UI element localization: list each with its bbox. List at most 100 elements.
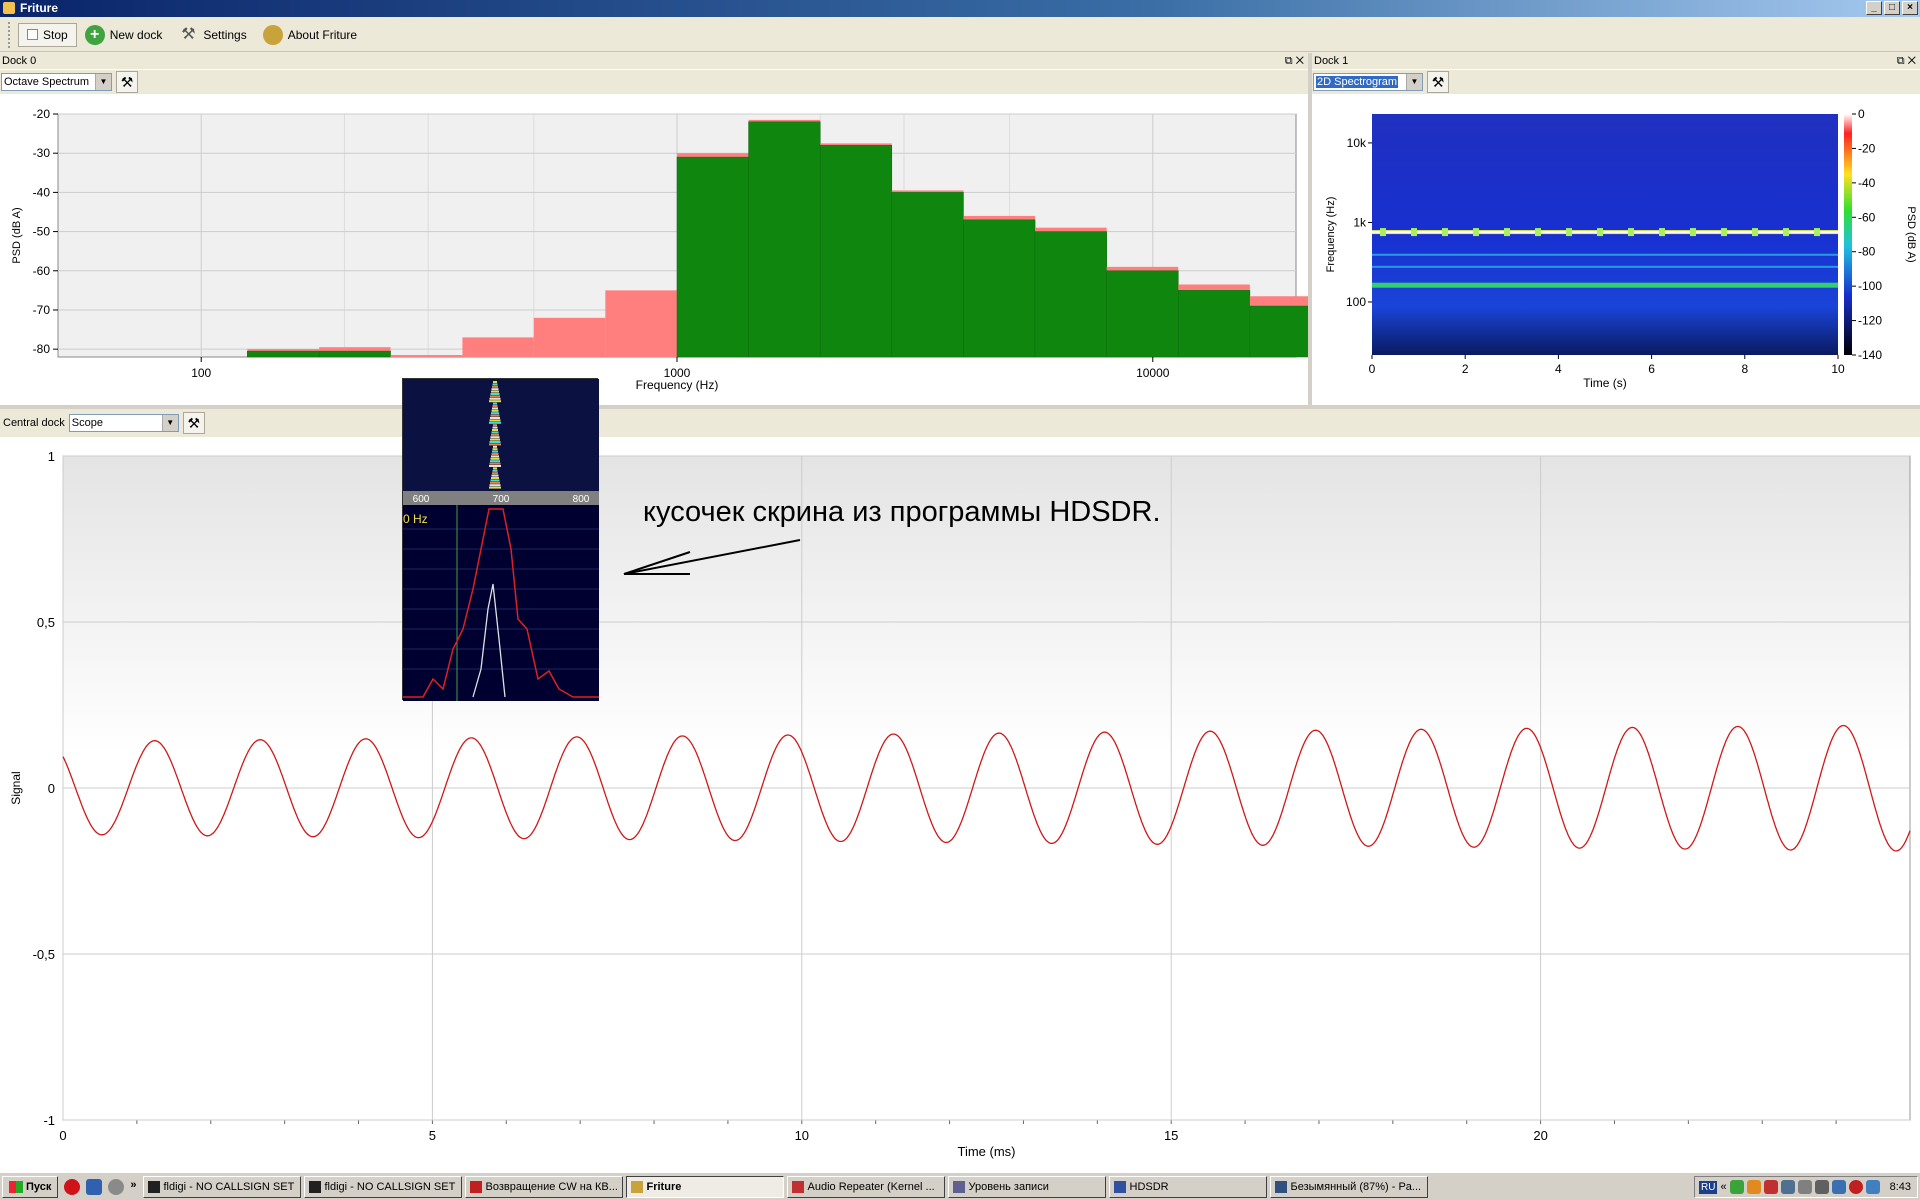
waterfall-trace (489, 400, 501, 403)
quick-launch-more[interactable]: » (130, 1179, 136, 1195)
waterfall-trace (491, 409, 499, 412)
task-app-icon (791, 1180, 804, 1193)
keying-mark (1504, 228, 1510, 237)
alien-icon[interactable] (108, 1178, 125, 1195)
x-axis-label: Frequency (Hz) (636, 378, 719, 392)
keying-mark (1752, 228, 1758, 237)
waterfall-trace (489, 441, 501, 443)
x-tick-label: 100 (191, 366, 211, 380)
dock-0-settings-button[interactable]: ⚒ (116, 71, 138, 93)
new-dock-button[interactable]: + New dock (77, 21, 171, 49)
system-tray: RU « 8:43 (1694, 1176, 1918, 1198)
opera-icon[interactable] (64, 1178, 81, 1195)
colorbar-label: PSD (dB A) (1905, 206, 1917, 262)
y-tick-label: 100 (1346, 295, 1366, 309)
level-bar (1034, 231, 1107, 358)
waterfall-trace (490, 457, 500, 460)
task-app-icon (147, 1180, 160, 1193)
colorbar-tick-label: -120 (1858, 314, 1882, 328)
task-app-icon (1113, 1180, 1126, 1193)
minimize-button[interactable]: _ (1866, 1, 1882, 15)
float-icon[interactable]: ⧉ (1285, 55, 1293, 67)
close-dock-icon[interactable]: ✕ (1908, 55, 1916, 67)
chevron-down-icon: ▼ (1406, 74, 1422, 90)
keying-mark (1535, 228, 1541, 237)
taskbar-button[interactable]: Уровень записи (947, 1175, 1106, 1198)
central-settings-button[interactable]: ⚒ (182, 412, 205, 434)
language-indicator[interactable]: RU (1699, 1180, 1718, 1194)
start-button[interactable]: Пуск (2, 1175, 59, 1198)
dock-0-select-value: Octave Spectrum (4, 76, 89, 88)
stop-button[interactable]: Stop (18, 22, 77, 47)
tray-expand-icon[interactable]: « (1720, 1181, 1726, 1193)
tray-app-icon[interactable] (1865, 1180, 1880, 1194)
level-bar (963, 219, 1036, 358)
dock-0-widget-select[interactable]: Octave Spectrum ▼ (1, 73, 112, 91)
save-icon[interactable] (86, 1178, 103, 1195)
about-button[interactable]: About Friture (255, 21, 365, 49)
volume-icon[interactable] (1814, 1180, 1829, 1194)
tray-app-icon[interactable] (1746, 1180, 1761, 1194)
waterfall-trace (490, 393, 500, 395)
close-dock-icon[interactable]: ✕ (1296, 55, 1304, 67)
y-tick-label: 0 (48, 781, 55, 796)
level-bar (819, 145, 893, 358)
waterfall-trace (492, 407, 498, 410)
keying-mark (1814, 228, 1820, 237)
shield-icon[interactable] (1729, 1180, 1744, 1194)
annotation-arrow (623, 539, 801, 575)
spectrogram-hum-band (1372, 282, 1838, 288)
taskbar-button[interactable]: Friture (625, 1175, 784, 1198)
chevron-down-icon: ▼ (161, 415, 178, 431)
dock-1: Dock 1 ⧉ ✕ 2D Spectrogram ▼ ⚒ 0 2 4 6 8 10 10k… (1312, 53, 1920, 405)
task-app-icon (952, 1180, 965, 1193)
tray-app-icon[interactable] (1780, 1180, 1795, 1194)
close-button[interactable]: × (1902, 1, 1918, 15)
settings-button[interactable]: ⚒ Settings (170, 21, 254, 49)
taskbar-button[interactable]: fldigi - NO CALLSIGN SET (142, 1175, 301, 1198)
clock[interactable]: 8:43 (1890, 1181, 1911, 1193)
keying-mark (1690, 228, 1696, 237)
keying-mark (1783, 228, 1789, 237)
windows-logo-icon (9, 1180, 23, 1193)
task-label: Audio Repeater (Kernel ... (807, 1180, 935, 1193)
level-bar (891, 192, 964, 358)
dock-1-widget-select[interactable]: 2D Spectrogram ▼ (1313, 73, 1423, 91)
colorbar-tick-label: -20 (1858, 141, 1876, 155)
dock-0-header: Dock 0 ⧉ ✕ (0, 53, 1308, 69)
y-axis-label: PSD (dB A) (11, 207, 23, 263)
tray-app-icon[interactable] (1797, 1180, 1812, 1194)
float-icon[interactable]: ⧉ (1897, 55, 1905, 67)
taskbar-button[interactable]: Безымянный (87%) - Pa... (1269, 1175, 1428, 1198)
stop-icon (27, 29, 38, 40)
waterfall-trace (493, 445, 497, 448)
taskbar-button[interactable]: Возвращение CW на КВ... (464, 1175, 623, 1198)
plus-icon: + (84, 24, 105, 45)
taskbar-button[interactable]: fldigi - NO CALLSIGN SET (303, 1175, 462, 1198)
task-list: fldigi - NO CALLSIGN SET fldigi - NO CALL… (142, 1175, 1431, 1198)
window-title: Friture (20, 1, 59, 15)
antivirus-icon[interactable] (1848, 1180, 1863, 1194)
waterfall-trace (492, 385, 498, 388)
spectrogram-band-core (1372, 231, 1838, 234)
tools-icon: ⚒ (1431, 74, 1445, 90)
tray-app-icon[interactable] (1763, 1180, 1778, 1194)
taskbar-button[interactable]: HDSDR (1108, 1175, 1267, 1198)
keying-mark (1411, 228, 1417, 237)
keying-mark (1659, 228, 1665, 237)
toolbar-grip[interactable] (8, 21, 12, 48)
spectrogram-chart: 0 2 4 6 8 10 10k 1k 100 Time (s) Frequency (Hz) 0 -2… (1325, 107, 1917, 390)
waterfall-trace (492, 383, 498, 386)
dock-0: Dock 0 ⧉ ✕ Octave Spectrum ▼ ⚒ -20 -30 -40… (0, 53, 1308, 405)
dock-1-settings-button[interactable]: ⚒ (1427, 71, 1449, 93)
taskbar-button[interactable]: Audio Repeater (Kernel ... (786, 1175, 945, 1198)
window-titlebar[interactable]: Friture _ □ × (0, 0, 1920, 17)
waterfall-trace (489, 443, 501, 446)
central-widget-select[interactable]: Scope ▼ (68, 414, 179, 432)
y-axis-label: Signal (9, 771, 23, 804)
dock-0-title: Dock 0 (2, 55, 37, 67)
network-icon[interactable] (1831, 1180, 1846, 1194)
waterfall-trace (491, 412, 499, 415)
waterfall-trace (490, 460, 500, 463)
maximize-button[interactable]: □ (1884, 1, 1900, 15)
